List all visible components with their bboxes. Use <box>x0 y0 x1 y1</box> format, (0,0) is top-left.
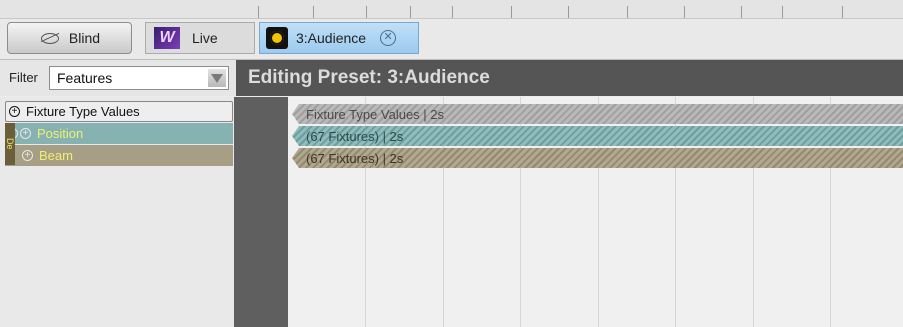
tab-live[interactable]: W Live <box>145 22 255 54</box>
timeline-bar-beam[interactable]: (67 Fixtures) | 2s <box>292 148 903 168</box>
filter-value: Features <box>57 70 113 86</box>
tree-row-fixture-type-values[interactable]: + Fixture Type Values <box>5 101 233 122</box>
tab-bar: Blind W Live 3:Audience ✕ <box>0 19 903 60</box>
bar-label: Fixture Type Values | 2s <box>306 106 445 122</box>
filter-select[interactable]: Features <box>49 66 229 90</box>
editor-header: Editing Preset: 3:Audience <box>236 60 903 96</box>
timeline-ruler <box>0 0 903 19</box>
tab-audience-label: 3:Audience <box>296 30 367 46</box>
ruler-tick <box>568 6 569 18</box>
expand-icon[interactable]: + <box>9 106 20 117</box>
tree-row-label: Beam <box>39 148 73 163</box>
ruler-tick <box>313 6 314 18</box>
eye-slash-icon <box>39 32 61 44</box>
ruler-tick <box>782 6 783 18</box>
ruler-tick <box>511 6 512 18</box>
timeline-gutter <box>234 97 288 327</box>
tree-row-position[interactable]: − + Position <box>5 123 233 144</box>
chevron-down-icon[interactable] <box>208 69 226 87</box>
ruler-tick <box>410 6 411 18</box>
tree-row-beam[interactable]: + Beam <box>5 145 233 166</box>
sun-icon <box>266 27 288 49</box>
expand-icon[interactable]: + <box>20 128 31 139</box>
tab-audience[interactable]: 3:Audience ✕ <box>259 22 419 54</box>
timeline-bar-position[interactable]: (67 Fixtures) | 2s <box>292 126 903 146</box>
page-title: Editing Preset: 3:Audience <box>248 67 490 88</box>
timeline-bar-fixture-type-values[interactable]: Fixture Type Values | 2s <box>292 104 903 124</box>
blind-label: Blind <box>68 30 101 46</box>
ruler-tick <box>258 6 259 18</box>
tab-live-label: Live <box>192 30 218 46</box>
ruler-tick <box>627 6 628 18</box>
ruler-tick <box>452 6 453 18</box>
expand-icon[interactable]: + <box>22 150 33 161</box>
fixture-tree: + Fixture Type Values − + Position + Bea… <box>0 97 236 327</box>
blind-button[interactable]: Blind <box>7 22 132 54</box>
filter-bar: Filter Features <box>0 60 236 96</box>
tree-row-label: Position <box>37 126 84 141</box>
live-w-icon: W <box>154 27 180 49</box>
filter-label: Filter <box>9 70 38 85</box>
ruler-tick <box>366 6 367 18</box>
ruler-tick <box>842 6 843 18</box>
ruler-tick <box>684 6 685 18</box>
tree-row-label: Fixture Type Values <box>26 104 140 119</box>
bar-label: (67 Fixtures) | 2s <box>306 150 404 166</box>
ruler-tick <box>741 6 742 18</box>
depth-indicator: De <box>5 123 15 165</box>
bar-label: (67 Fixtures) | 2s <box>306 128 404 144</box>
timeline-grid: Fixture Type Values | 2s (67 Fixtures) |… <box>288 97 903 327</box>
close-icon[interactable]: ✕ <box>380 30 397 46</box>
